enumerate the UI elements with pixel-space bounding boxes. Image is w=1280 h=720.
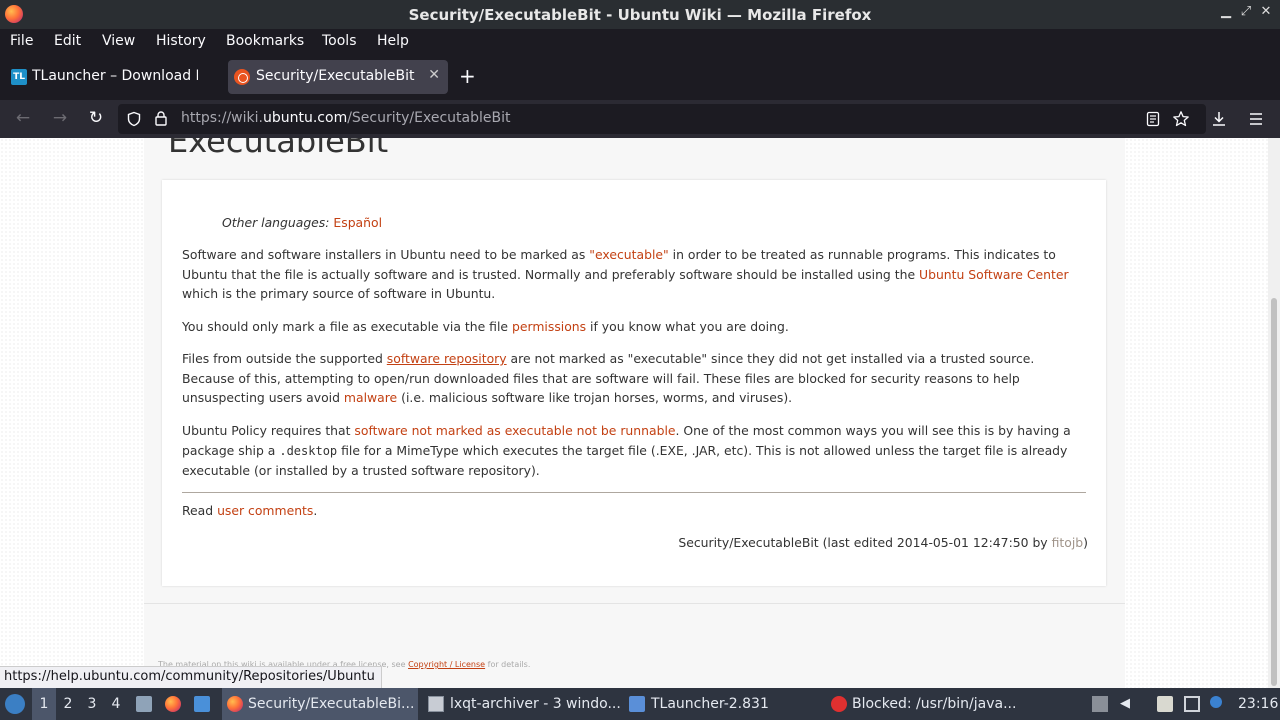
ubuntu-favicon-icon: [234, 69, 250, 85]
ubuntu-software-center-link[interactable]: Ubuntu Software Center: [919, 267, 1069, 282]
content-divider: [182, 492, 1086, 493]
menu-file[interactable]: File: [10, 33, 33, 49]
archiver-window-icon: [428, 696, 444, 712]
executable-link[interactable]: "executable": [589, 247, 668, 262]
bluetooth-icon[interactable]: [1210, 696, 1222, 708]
other-languages: Other languages: Español: [222, 213, 622, 233]
menu-bar: File Edit View History Bookmarks Tools H…: [0, 29, 1280, 55]
taskbar-window-label: Security/ExecutableBi...: [248, 696, 415, 712]
page-scrollbar[interactable]: [1268, 138, 1280, 688]
clipboard-icon[interactable]: [1157, 696, 1173, 712]
user-comments-link[interactable]: user comments: [217, 503, 313, 518]
desktop-code: .desktop: [279, 443, 338, 458]
menu-bookmarks[interactable]: Bookmarks: [226, 33, 304, 49]
shield-icon[interactable]: [126, 111, 142, 127]
taskbar-window-archiver[interactable]: lxqt-archiver - 3 windo...: [424, 688, 621, 720]
tab-bar: TL TLauncher – Download M Security/Execu…: [0, 55, 1280, 100]
menu-view[interactable]: View: [102, 33, 135, 49]
last-edited-info: Security/ExecutableBit (last edited 2014…: [678, 535, 1088, 550]
desktop-2[interactable]: 2: [56, 688, 80, 720]
reload-button[interactable]: ↻: [85, 108, 107, 128]
url-text[interactable]: https://wiki.ubuntu.com/Security/Executa…: [181, 110, 510, 126]
taskbar-window-label: TLauncher-2.831: [651, 696, 769, 712]
new-tab-button[interactable]: +: [459, 64, 476, 88]
forward-button[interactable]: →: [49, 108, 71, 128]
maximize-button[interactable]: ⤢: [1238, 4, 1254, 24]
paragraph-permissions: You should only mark a file as executabl…: [182, 319, 789, 334]
status-link-preview: https://help.ubuntu.com/community/Reposi…: [0, 666, 382, 688]
page-background-left: [0, 138, 144, 688]
tlauncher-favicon-icon: TL: [11, 69, 27, 85]
taskbar-window-firefox[interactable]: Security/ExecutableBi...: [222, 688, 418, 720]
bookmark-star-icon[interactable]: [1172, 110, 1190, 128]
paragraph-intro: Software and software installers in Ubun…: [182, 247, 1069, 301]
article-card: Other languages: Español Software and so…: [162, 180, 1106, 586]
taskbar-window-tlauncher[interactable]: TLauncher-2.831: [626, 688, 822, 720]
editor-link[interactable]: fitojb: [1052, 535, 1084, 550]
close-tab-icon[interactable]: ✕: [428, 67, 440, 83]
reader-view-icon[interactable]: [1146, 111, 1160, 127]
firefox-window-icon: [227, 696, 243, 712]
page-heading: ExecutableBit: [168, 138, 389, 160]
firefox-launcher-icon[interactable]: [165, 696, 181, 712]
taskbar-window-label: Blocked: /usr/bin/java...: [852, 696, 1017, 712]
clock[interactable]: 23:16: [1238, 688, 1278, 720]
tab-label: TLauncher – Download M: [32, 68, 198, 84]
taskbar-window-label: lxqt-archiver - 3 windo...: [450, 696, 621, 712]
policy-link[interactable]: software not marked as executable not be…: [354, 423, 675, 438]
tlauncher-window-icon: [629, 696, 645, 712]
downloads-icon[interactable]: [1210, 110, 1228, 128]
window-title: Security/ExecutableBit - Ubuntu Wiki — M…: [408, 6, 872, 24]
read-comments: Read user comments.: [182, 503, 318, 518]
volume-icon[interactable]: ◀: [1120, 696, 1136, 712]
menu-help[interactable]: Help: [377, 33, 409, 49]
scrollbar-thumb[interactable]: [1271, 298, 1277, 686]
tab-security-executablebit[interactable]: Security/ExecutableBit - U ✕: [228, 60, 448, 94]
paragraph-repository: Files from outside the supported softwar…: [182, 351, 1035, 405]
malware-link[interactable]: malware: [344, 390, 397, 405]
desktop-4[interactable]: 4: [104, 688, 128, 720]
app-menu-icon[interactable]: [1248, 111, 1264, 127]
start-menu-icon[interactable]: [5, 694, 25, 714]
menu-edit[interactable]: Edit: [54, 33, 81, 49]
paragraph-policy: Ubuntu Policy requires that software not…: [182, 423, 1071, 478]
menu-tools[interactable]: Tools: [322, 33, 357, 49]
lock-icon[interactable]: [154, 110, 168, 127]
tab-label: Security/ExecutableBit - U: [256, 68, 418, 84]
taskbar-window-blocked[interactable]: Blocked: /usr/bin/java...: [828, 688, 1024, 720]
navigation-bar: ← → ↻ https://wiki.ubuntu.com/Security/E…: [0, 100, 1280, 138]
desktop-3[interactable]: 3: [80, 688, 104, 720]
permissions-link[interactable]: permissions: [512, 319, 586, 334]
close-window-button[interactable]: ✕: [1258, 4, 1274, 24]
language-link-espanol[interactable]: Español: [333, 215, 382, 230]
desktop-1[interactable]: 1: [32, 688, 56, 720]
url-bar[interactable]: https://wiki.ubuntu.com/Security/Executa…: [118, 104, 1206, 134]
window-titlebar: Security/ExecutableBit - Ubuntu Wiki — M…: [0, 0, 1280, 29]
other-languages-label: Other languages:: [222, 215, 330, 230]
network-icon[interactable]: [1184, 696, 1200, 712]
show-desktop-icon[interactable]: [194, 696, 210, 712]
footer-divider: [144, 603, 1125, 604]
blocked-window-icon: [831, 696, 847, 712]
file-manager-icon[interactable]: [136, 696, 152, 712]
taskbar: 1 2 3 4 Security/ExecutableBi... lxqt-ar…: [0, 688, 1280, 720]
menu-history[interactable]: History: [156, 33, 206, 49]
software-repository-link[interactable]: software repository: [387, 351, 507, 366]
page-content: ExecutableBit Other languages: Español S…: [0, 138, 1268, 688]
back-button[interactable]: ←: [12, 108, 34, 128]
page-background-right: [1125, 138, 1268, 688]
copyright-license-link[interactable]: Copyright / License: [408, 660, 485, 669]
tray-scroll-icon[interactable]: [1092, 696, 1108, 712]
minimize-button[interactable]: ▁: [1218, 4, 1234, 24]
tab-tlauncher[interactable]: TL TLauncher – Download M: [2, 60, 224, 94]
